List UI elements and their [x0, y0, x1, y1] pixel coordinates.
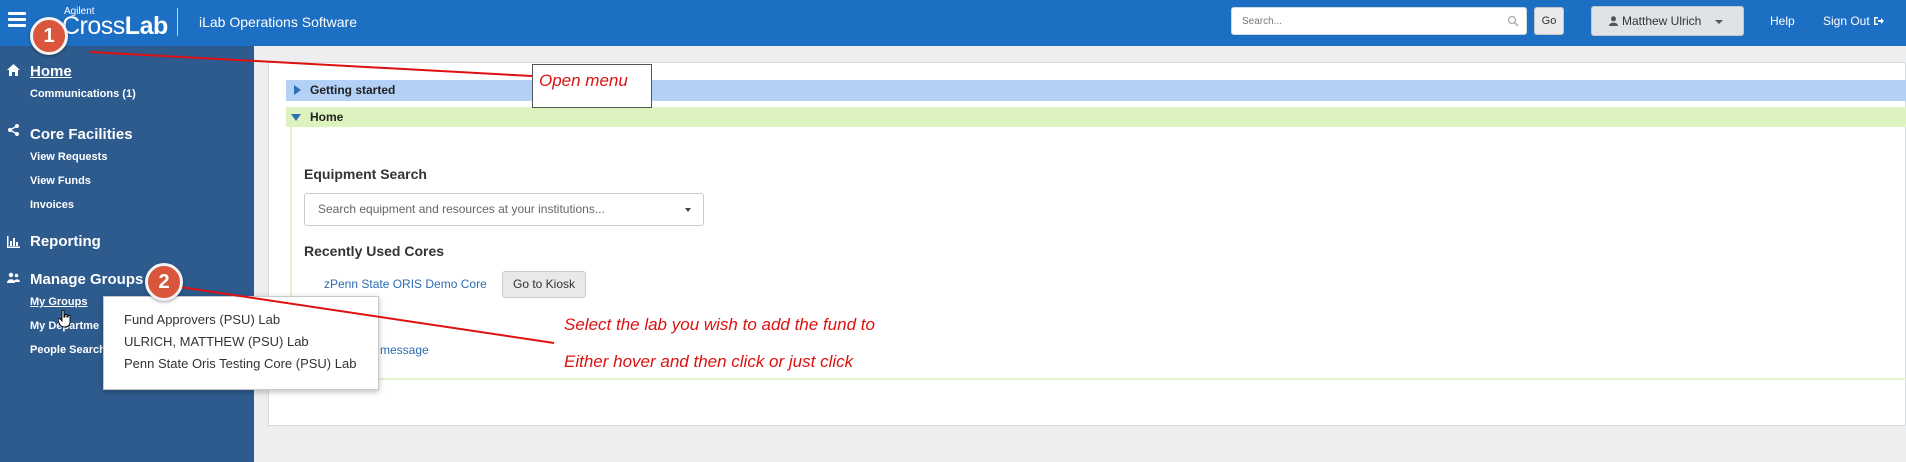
app-title: iLab Operations Software [199, 14, 357, 30]
sign-out-link[interactable]: Sign Out [1823, 14, 1885, 28]
equipment-search-title: Equipment Search [304, 166, 427, 182]
sidebar-item-communications[interactable]: Communications (1) [30, 88, 136, 100]
user-name: Matthew Ulrich [1622, 14, 1702, 28]
share-icon [8, 124, 19, 136]
global-search-input[interactable] [1232, 8, 1492, 34]
group-item-ulrich-lab[interactable]: ULRICH, MATTHEW (PSU) Lab [104, 331, 378, 353]
logo-crosslab[interactable]: CrossLab [62, 12, 168, 41]
group-item-fund-approvers[interactable]: Fund Approvers (PSU) Lab [104, 309, 378, 331]
home-section-bar[interactable]: Home [286, 107, 1906, 127]
sign-out-icon [1874, 17, 1885, 25]
sidebar-item-invoices[interactable]: Invoices [30, 199, 74, 211]
message-link[interactable]: message [380, 343, 429, 357]
getting-started-bar[interactable]: Getting started [286, 80, 1906, 101]
logo-divider [177, 8, 178, 36]
top-bar: Agilent CrossLab iLab Operations Softwar… [0, 0, 1906, 46]
logo-lab-text: Lab [124, 12, 168, 40]
step-badge-2: 2 [145, 263, 183, 301]
search-icon[interactable] [1507, 15, 1519, 27]
sidebar-reporting[interactable]: Reporting [30, 233, 101, 250]
sidebar-item-view-funds[interactable]: View Funds [30, 175, 91, 187]
user-menu-button[interactable]: Matthew Ulrich [1591, 6, 1744, 36]
global-search [1231, 7, 1527, 35]
user-icon [1609, 16, 1618, 26]
equipment-search-placeholder: Search equipment and resources at your i… [318, 202, 605, 216]
step-badge-1: 1 [30, 17, 68, 55]
sidebar-item-people-search[interactable]: People Search [30, 344, 106, 356]
chevron-down-icon [1715, 20, 1723, 24]
hamburger-menu-icon[interactable] [8, 12, 26, 28]
go-to-kiosk-button[interactable]: Go to Kiosk [502, 271, 586, 298]
group-item-oris-testing-core[interactable]: Penn State Oris Testing Core (PSU) Lab [104, 353, 378, 375]
sidebar-manage-groups[interactable]: Manage Groups [30, 271, 143, 288]
chevron-down-icon [685, 208, 691, 212]
collapse-triangle-icon [291, 114, 301, 121]
users-icon [7, 272, 20, 283]
sidebar-core-facilities[interactable]: Core Facilities [30, 126, 133, 143]
help-link[interactable]: Help [1770, 14, 1795, 28]
home-section-label: Home [310, 110, 344, 124]
home-icon [7, 64, 20, 76]
sidebar-item-my-groups[interactable]: My Groups [30, 296, 87, 308]
getting-started-label: Getting started [310, 83, 396, 97]
expand-triangle-icon [294, 85, 301, 95]
open-menu-callout: Open menu [532, 64, 652, 108]
sign-out-label: Sign Out [1823, 14, 1870, 28]
search-go-button[interactable]: Go [1534, 7, 1564, 35]
logo-cross-text: Cross [62, 12, 125, 40]
home-section-body [290, 127, 1906, 380]
sidebar: Home Communications (1) Core Facilities … [0, 46, 254, 462]
my-groups-popup: Fund Approvers (PSU) Lab ULRICH, MATTHEW… [103, 296, 379, 390]
recent-core-link[interactable]: zPenn State ORIS Demo Core [324, 277, 487, 291]
bar-chart-icon [7, 236, 20, 248]
sidebar-home[interactable]: Home [30, 63, 72, 80]
sidebar-item-view-requests[interactable]: View Requests [30, 151, 107, 163]
equipment-search-select[interactable]: Search equipment and resources at your i… [304, 193, 704, 226]
recently-used-cores-title: Recently Used Cores [304, 243, 445, 259]
select-lab-instruction: Select the lab you wish to add the fund … [564, 315, 875, 334]
hover-click-instruction: Either hover and then click or just clic… [564, 352, 854, 371]
hand-cursor-icon [58, 310, 71, 328]
